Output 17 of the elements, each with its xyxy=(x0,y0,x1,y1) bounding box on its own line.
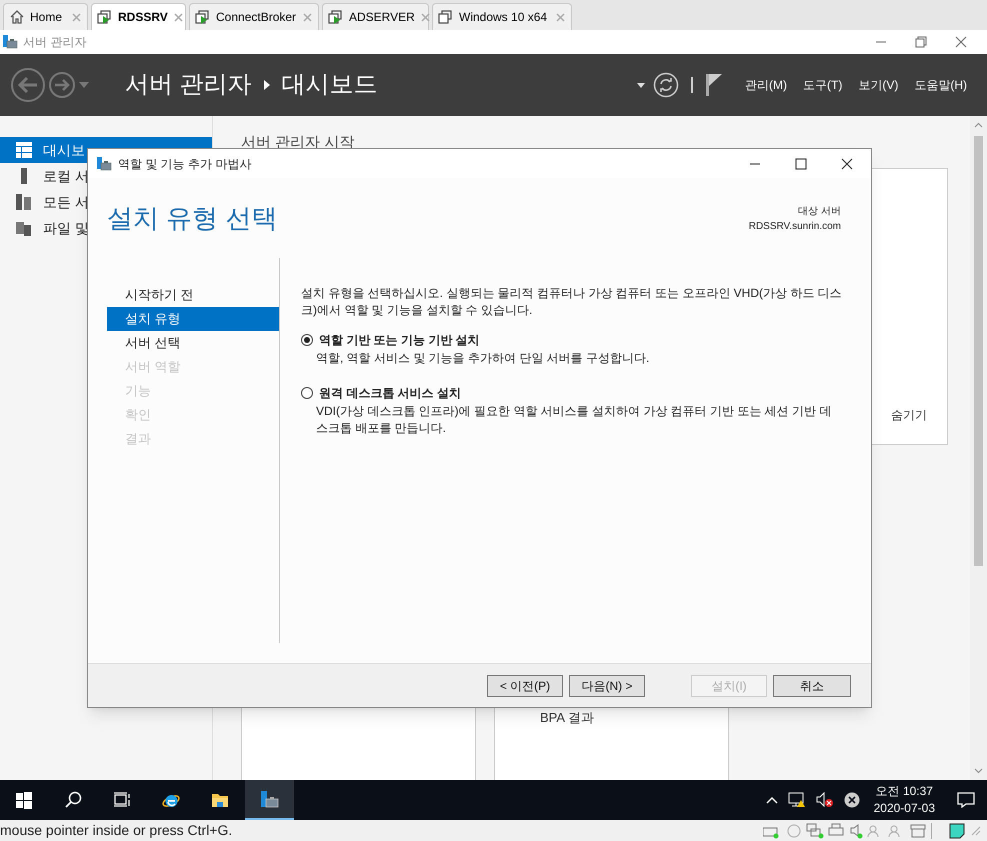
tile-label: BPA 결과 xyxy=(540,710,594,725)
option-description: VDI(가상 데스크톱 인프라)에 필요한 역할 서비스를 설치하여 가상 컴퓨터 기반 또는 세션 기반 데스크톱 배포를 만듭니다. xyxy=(315,403,832,437)
tab-label: Home xyxy=(30,9,64,26)
instruction-text: 설치 유형을 선택하십시오. 실행되는 물리적 컴퓨터나 가상 컴퓨터 또는 오프라인 VHD(가상 하드 디스크)에서 역할 및 기능을 설치할 수 있습니다. xyxy=(301,285,843,319)
dialog-title: 역할 및 기능 추가 마법사 xyxy=(118,156,252,172)
target-label: 대상 서버 xyxy=(798,205,841,219)
breadcrumb-item: 서버 관리자 xyxy=(125,70,252,100)
option-description: 역할, 역할 서비스 및 기능을 추가하여 단일 서버를 구성합니다. xyxy=(315,350,650,367)
page-heading: 설치 유형 선택 xyxy=(107,202,278,235)
target-server: RDSSRV.sunrin.com xyxy=(748,220,841,234)
status-text: mouse pointer inside or press Ctrl+G. xyxy=(0,821,232,840)
tab-label: Windows 10 x64 xyxy=(459,9,548,26)
tab-label: ADSERVER xyxy=(349,9,415,26)
tab-label: RDSSRV xyxy=(118,9,168,26)
window-title: 서버 관리자 xyxy=(23,34,86,51)
breadcrumb-item: 대시보드 xyxy=(282,70,378,100)
tab-label: ConnectBroker xyxy=(216,9,297,26)
